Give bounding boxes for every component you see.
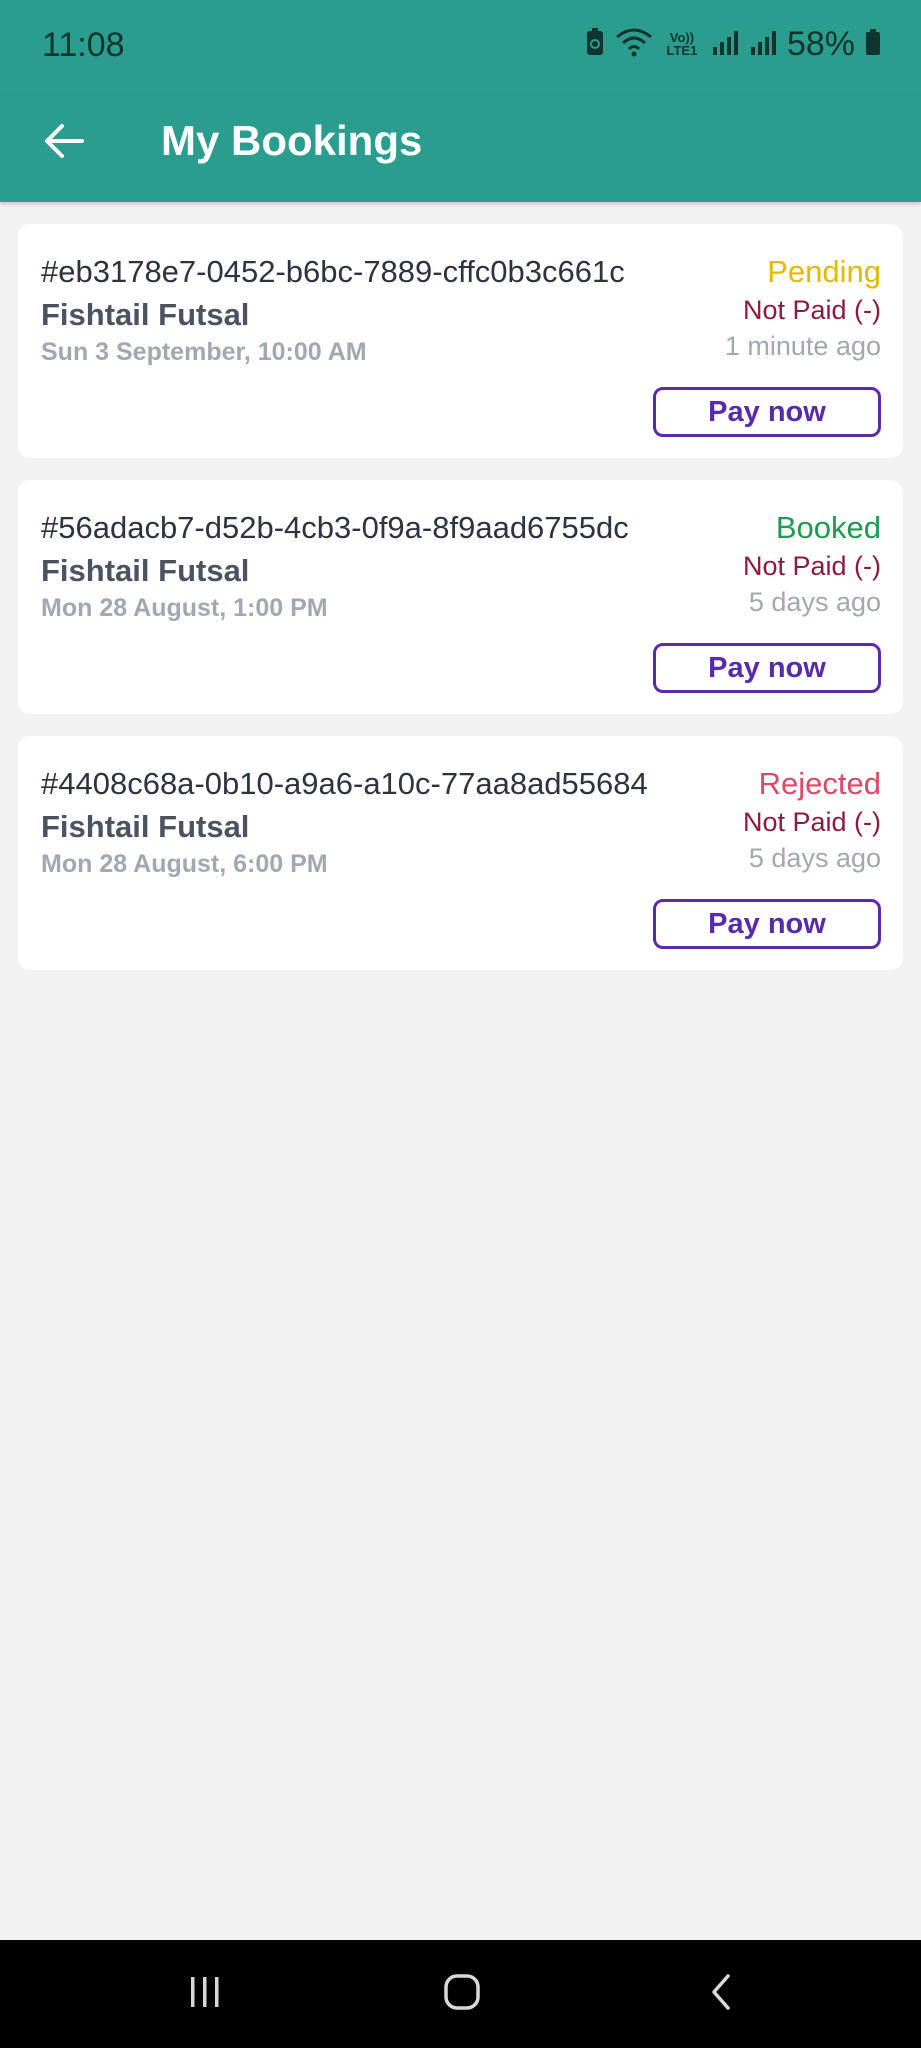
app-bar: My Bookings xyxy=(0,95,921,202)
nav-back-button[interactable] xyxy=(681,1962,761,2026)
booking-status: Pending xyxy=(767,254,881,289)
screen: 11:08 Vo)) LTE1 58% My Bookings #eb3178e… xyxy=(0,0,921,2048)
pay-now-button[interactable]: Pay now xyxy=(653,899,881,949)
home-button[interactable] xyxy=(422,1962,502,2026)
booking-status: Rejected xyxy=(758,766,881,801)
booking-id: #56adacb7-d52b-4cb3-0f9a-8f9aad6755dc xyxy=(41,510,629,545)
payment-status: Not Paid (-) xyxy=(742,551,881,581)
battery-percentage: 58% xyxy=(786,24,855,63)
wifi-icon xyxy=(615,27,653,62)
battery-saver-icon xyxy=(585,27,605,62)
booking-card[interactable]: #4408c68a-0b10-a9a6-a10c-77aa8ad55684 Fi… xyxy=(18,736,903,970)
booking-datetime: Mon 28 August, 6:00 PM xyxy=(41,850,328,878)
system-nav-bar xyxy=(0,1940,921,2048)
venue-name: Fishtail Futsal xyxy=(41,809,250,844)
status-bar: 11:08 Vo)) LTE1 58% xyxy=(0,0,921,95)
status-icons: Vo)) LTE1 58% xyxy=(585,24,881,64)
booking-status: Booked xyxy=(775,510,881,545)
booking-datetime: Mon 28 August, 1:00 PM xyxy=(41,594,328,622)
pay-now-button[interactable]: Pay now xyxy=(653,643,881,693)
pay-now-button[interactable]: Pay now xyxy=(653,387,881,437)
home-icon xyxy=(442,1972,482,2017)
booking-id: #4408c68a-0b10-a9a6-a10c-77aa8ad55684 xyxy=(41,766,648,801)
page-title: My Bookings xyxy=(161,117,423,164)
recent-apps-icon xyxy=(185,1974,225,2015)
relative-time: 1 minute ago xyxy=(724,331,881,361)
recent-apps-button[interactable] xyxy=(165,1962,245,2026)
venue-name: Fishtail Futsal xyxy=(41,553,250,588)
volte-icon: Vo)) LTE1 xyxy=(663,31,701,57)
signal-icon xyxy=(749,27,777,62)
status-time: 11:08 xyxy=(42,26,125,64)
venue-name: Fishtail Futsal xyxy=(41,297,250,332)
payment-status: Not Paid (-) xyxy=(742,295,881,325)
battery-icon xyxy=(865,27,881,62)
arrow-left-icon xyxy=(44,123,84,164)
booking-list: #eb3178e7-0452-b6bc-7889-cffc0b3c661c Fi… xyxy=(18,224,903,992)
booking-card[interactable]: #56adacb7-d52b-4cb3-0f9a-8f9aad6755dc Fi… xyxy=(18,480,903,714)
back-button[interactable] xyxy=(34,113,94,173)
booking-datetime: Sun 3 September, 10:00 AM xyxy=(41,338,367,366)
back-icon xyxy=(706,1972,736,2017)
relative-time: 5 days ago xyxy=(748,843,881,873)
booking-id: #eb3178e7-0452-b6bc-7889-cffc0b3c661c xyxy=(41,254,625,289)
booking-card[interactable]: #eb3178e7-0452-b6bc-7889-cffc0b3c661c Fi… xyxy=(18,224,903,458)
volte-label: Vo)) LTE1 xyxy=(666,30,698,58)
payment-status: Not Paid (-) xyxy=(742,807,881,837)
signal-icon xyxy=(711,27,739,62)
relative-time: 5 days ago xyxy=(748,587,881,617)
